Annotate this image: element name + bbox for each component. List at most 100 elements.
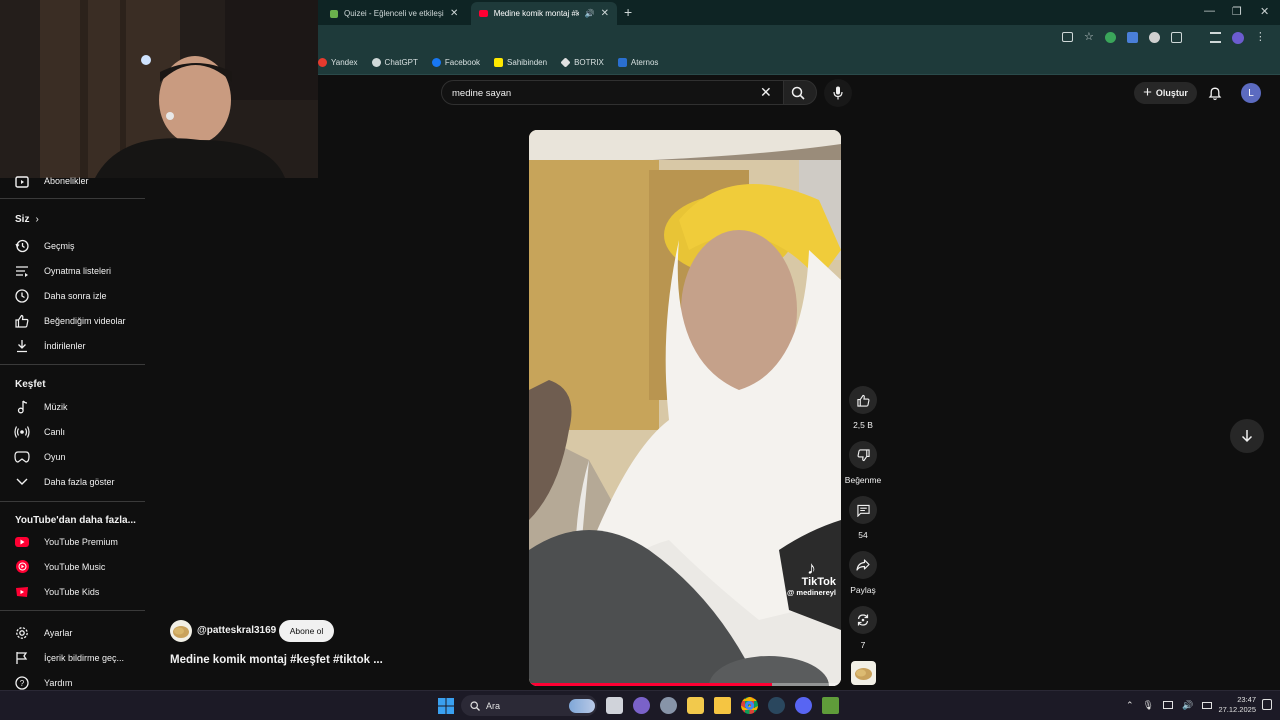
mic-tray-icon[interactable]: 🎙	[1143, 700, 1154, 711]
extension-gray-icon[interactable]	[1148, 32, 1160, 43]
download-icon	[0, 339, 44, 353]
minecraft-icon[interactable]	[822, 697, 839, 714]
speaker-icon[interactable]: 🔊	[585, 9, 595, 18]
clock[interactable]: 23:47 27.12.2025	[1212, 695, 1256, 715]
task-view-icon[interactable]	[606, 697, 623, 714]
comment-count: 54	[858, 530, 868, 540]
search-highlight-icon	[569, 698, 595, 713]
volume-icon[interactable]: 🔊	[1182, 700, 1193, 711]
bookmark-chatgpt[interactable]: ChatGPT	[371, 58, 418, 67]
tab-quizei[interactable]: Quizei - Eğlenceli ve etkileşimli ✕	[322, 2, 468, 25]
puzzle-icon[interactable]	[1170, 32, 1182, 43]
reading-list-icon[interactable]	[1209, 32, 1221, 43]
sidebar-divider	[0, 610, 145, 611]
sidebar-item-live[interactable]: Canlı	[0, 419, 145, 444]
sidebar-item-youtube-kids[interactable]: YouTube Kids	[0, 579, 145, 604]
comments-button[interactable]	[849, 496, 877, 524]
kebab-menu-icon[interactable]: ⋮	[1255, 32, 1266, 44]
microphone-icon	[833, 86, 843, 100]
search-input[interactable]	[452, 85, 752, 101]
close-tab-icon[interactable]: ✕	[450, 8, 458, 19]
youtube-premium-icon	[0, 536, 44, 547]
bookmark-sahibinden[interactable]: Sahibinden	[494, 58, 547, 67]
chrome-icon[interactable]	[741, 697, 758, 714]
comment-icon	[856, 504, 870, 517]
channel-avatar[interactable]	[170, 620, 192, 642]
create-button[interactable]: + Oluştur	[1134, 82, 1197, 104]
subscribe-button[interactable]: Abone ol	[279, 620, 334, 642]
notifications-bell-icon[interactable]	[1208, 86, 1222, 101]
like-button[interactable]	[849, 386, 877, 414]
botrix-icon	[560, 57, 571, 68]
install-app-icon[interactable]	[1062, 32, 1073, 42]
sidebar-item-music[interactable]: Müzik	[0, 394, 145, 419]
subscriptions-icon	[0, 174, 44, 188]
discord-icon[interactable]	[795, 697, 812, 714]
sidebar-item-subscriptions[interactable]: Abonelikler	[0, 168, 145, 193]
like-count: 2,5 B	[853, 420, 873, 430]
video-frame	[529, 130, 841, 686]
music-icon	[0, 400, 44, 414]
close-window-icon[interactable]: ✕	[1260, 5, 1269, 18]
search-button[interactable]	[783, 80, 817, 105]
clock-icon	[0, 288, 44, 303]
sidebar-item-liked-videos[interactable]: Beğendiğim videolar	[0, 308, 145, 333]
bookmark-aternos[interactable]: Aternos	[617, 58, 658, 67]
file-explorer-icon[interactable]	[714, 697, 731, 714]
tiktok-logo-icon: ♪	[807, 558, 816, 578]
youtube-favicon-icon	[479, 10, 488, 17]
sidebar-item-playlists[interactable]: Oynatma listeleri	[0, 258, 145, 283]
chevron-up-icon[interactable]: ⌃	[1126, 700, 1134, 711]
remix-button[interactable]	[849, 606, 877, 634]
store-icon[interactable]	[687, 697, 704, 714]
short-video-player[interactable]: ♪ TikTok @ medinereyl	[529, 130, 841, 686]
sidebar-item-history[interactable]: Geçmiş	[0, 233, 145, 258]
account-avatar[interactable]: L	[1241, 83, 1261, 103]
discord-alt-icon[interactable]	[633, 697, 650, 714]
video-progress-track[interactable]	[529, 683, 841, 686]
video-title[interactable]: Medine komik montaj #keşfet #tiktok ...	[170, 654, 383, 666]
next-short-button[interactable]	[1230, 419, 1264, 453]
share-button[interactable]	[849, 551, 877, 579]
channel-name[interactable]: @patteskral3169	[197, 625, 276, 636]
minimize-icon[interactable]: —	[1204, 5, 1215, 17]
extension-green-icon[interactable]	[1104, 32, 1116, 43]
dislike-button[interactable]	[849, 441, 877, 469]
comments-action: 54	[838, 496, 888, 540]
close-tab-icon[interactable]: ✕	[601, 8, 609, 19]
bookmark-botrix[interactable]: BOTRIX	[560, 57, 604, 68]
sidebar-item-settings[interactable]: Ayarlar	[0, 620, 145, 645]
chevron-right-icon: ›	[35, 214, 39, 225]
display-icon[interactable]	[1162, 701, 1173, 709]
gaming-icon	[0, 450, 44, 464]
windows-start-icon[interactable]	[438, 698, 454, 714]
sidebar-item-downloads[interactable]: İndirilenler	[0, 333, 145, 358]
bookmark-facebook[interactable]: Facebook	[431, 58, 480, 67]
new-tab-button[interactable]: +	[624, 4, 632, 20]
sidebar-item-show-more[interactable]: Daha fazla göster	[0, 469, 145, 494]
notification-center-icon[interactable]	[1262, 699, 1272, 710]
taskbar-search[interactable]: Ara	[461, 695, 597, 716]
maximize-icon[interactable]: ❐	[1232, 5, 1242, 18]
battery-icon[interactable]	[1202, 702, 1213, 709]
sidebar-item-gaming[interactable]: Oyun	[0, 444, 145, 469]
profile-icon[interactable]	[1231, 32, 1244, 44]
voice-search-button[interactable]	[824, 79, 852, 107]
share-label: Paylaş	[850, 585, 876, 595]
settings-app-icon[interactable]	[660, 697, 677, 714]
steam-icon[interactable]	[768, 697, 785, 714]
sahibinden-icon	[494, 58, 504, 67]
sound-thumbnail[interactable]	[851, 661, 876, 685]
bookmark-yandex[interactable]: Yandex	[318, 58, 358, 67]
tiktok-watermark: ♪ TikTok @ medinereyl	[787, 558, 836, 597]
sidebar-item-youtube-music[interactable]: YouTube Music	[0, 554, 145, 579]
sidebar-item-watch-later[interactable]: Daha sonra izle	[0, 283, 145, 308]
chatgpt-icon	[371, 58, 381, 67]
section-you-header[interactable]: Siz ›	[15, 214, 39, 225]
sidebar-item-youtube-premium[interactable]: YouTube Premium	[0, 529, 145, 554]
sidebar-item-report-history[interactable]: İçerik bildirme geç...	[0, 645, 145, 670]
translate-icon[interactable]	[1126, 32, 1138, 43]
clear-search-icon[interactable]: ✕	[760, 84, 772, 101]
star-icon[interactable]: ☆	[1084, 32, 1094, 44]
tab-medine[interactable]: Medine komik montaj #keşf 🔊 ✕	[471, 2, 617, 25]
